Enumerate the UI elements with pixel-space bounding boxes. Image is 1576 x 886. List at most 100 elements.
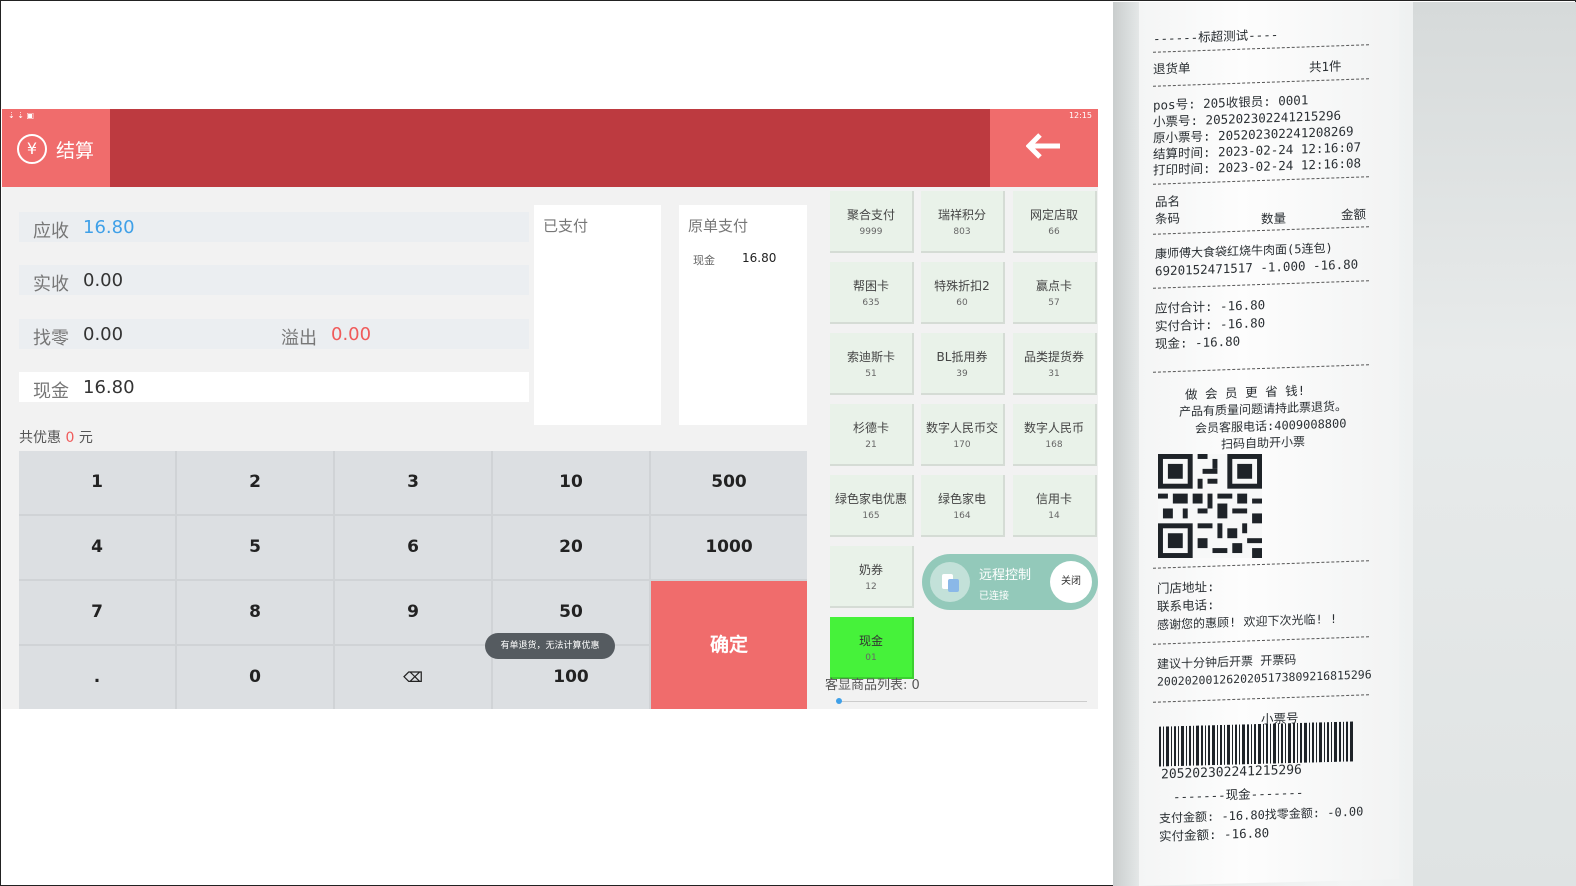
pay-method-code: 57 [1048, 298, 1060, 308]
pay-method-name: 绿色家电优惠 [834, 492, 907, 506]
key-dot[interactable]: . [19, 646, 175, 709]
toast-message: 有单退货，无法计算优惠 [485, 633, 615, 659]
key-10[interactable]: 10 [493, 451, 649, 514]
pos-checkout-screen: ¥ 结算 ⇣ ⇣ ▣ 12:15 应收 16.80 实收 0.00 找零 0.0… [2, 109, 1098, 709]
key-20[interactable]: 20 [493, 516, 649, 579]
list-scrollbar[interactable] [837, 701, 1087, 702]
key-2[interactable]: 2 [177, 451, 333, 514]
paid-panel: 已支付 [534, 205, 661, 425]
receipt-col-code: 条码 [1155, 210, 1181, 227]
pay-method-code: 164 [953, 511, 971, 521]
key-500[interactable]: 500 [651, 451, 807, 514]
pay-method-button[interactable]: 杉德卡 21 [830, 404, 914, 466]
cash-input-row[interactable]: 现金 16.80 [19, 372, 529, 402]
status-icons-left: ⇣ ⇣ ▣ [8, 111, 35, 120]
pay-method-button[interactable]: 绿色家电优惠 165 [830, 475, 914, 537]
pay-method-code: 168 [1045, 440, 1063, 450]
pay-method-cash-button[interactable]: 现金 01 [830, 617, 914, 679]
change-label: 找零 [33, 328, 69, 349]
pay-method-code: 803 [953, 227, 971, 237]
key-7[interactable]: 7 [19, 581, 175, 644]
key-5[interactable]: 5 [177, 516, 333, 579]
pay-method-code: 12 [865, 582, 877, 592]
remote-close-button[interactable]: 关闭 [1050, 561, 1092, 603]
page-title: 结算 [56, 140, 95, 162]
pay-method-button[interactable]: 数字人民币 168 [1013, 404, 1097, 466]
key-1000[interactable]: 1000 [651, 516, 807, 579]
receipt-col-amount: 金额 [1341, 206, 1367, 223]
key-4[interactable]: 4 [19, 516, 175, 579]
pay-method-button[interactable]: 瑞祥积分 803 [921, 191, 1005, 253]
receipt-col-qty: 数量 [1261, 210, 1287, 227]
paid-panel-title: 已支付 [543, 217, 589, 235]
pay-method-code: 39 [956, 369, 968, 379]
backspace-icon: ⌫ [403, 670, 423, 686]
pay-method-name: BL抵用券 [936, 350, 988, 364]
pay-method-button[interactable]: 品类提货券 31 [1013, 333, 1097, 395]
remote-devices-icon [942, 574, 959, 592]
photo-background [1413, 2, 1576, 886]
pay-method-name: 聚合支付 [846, 208, 895, 222]
original-panel-title: 原单支付 [688, 217, 749, 235]
pay-method-code: 21 [865, 440, 877, 450]
receipt-photo: ------标超测试---- 退货单 共1件 pos号: 205收银员: 000… [1113, 2, 1576, 886]
pay-method-button[interactable]: 聚合支付 9999 [830, 191, 914, 253]
pay-method-code: 170 [953, 440, 971, 450]
key-6[interactable]: 6 [335, 516, 491, 579]
key-1[interactable]: 1 [19, 451, 175, 514]
pay-method-name: 信用卡 [1035, 492, 1072, 506]
remote-control-widget[interactable]: 远程控制 已连接 关闭 [922, 554, 1098, 610]
receipt-actual-amount: 实付金额: -16.80 [1159, 825, 1270, 844]
overflow-label: 溢出 [281, 328, 317, 349]
backspace-key[interactable]: ⌫ [335, 646, 491, 709]
receivable-value: 16.80 [83, 217, 135, 238]
pay-method-name: 奶券 [858, 563, 883, 577]
change-value: 0.00 [83, 324, 124, 345]
receipt-phone: 联系电话: [1157, 596, 1215, 615]
pay-method-button[interactable]: BL抵用券 39 [921, 333, 1005, 395]
receivable-row: 应收 16.80 [19, 212, 529, 242]
discount-line: 共优惠 0 元 [19, 427, 93, 447]
pay-method-name: 特殊折扣2 [934, 279, 990, 293]
pay-method-button[interactable]: 特殊折扣2 60 [921, 262, 1005, 324]
pay-method-button[interactable]: 信用卡 14 [1013, 475, 1097, 537]
confirm-button[interactable]: 确定 [651, 581, 807, 709]
cash-label: 现金 [33, 381, 69, 402]
pay-method-name: 网定店取 [1029, 208, 1078, 222]
pay-method-button[interactable]: 奶券 12 [830, 546, 914, 608]
status-time: 12:15 [1068, 111, 1092, 120]
discount-unit: 元 [78, 430, 93, 446]
customer-display-list-label: 客显商品列表: 0 [825, 678, 920, 693]
receipt-barcode-image [1159, 721, 1353, 767]
key-3[interactable]: 3 [335, 451, 491, 514]
yen-icon: ¥ [17, 134, 47, 164]
pay-method-code: 51 [865, 369, 877, 379]
pay-method-code: 66 [1048, 227, 1060, 237]
back-arrow-icon [1026, 133, 1060, 159]
pay-method-button[interactable]: 绿色家电 164 [921, 475, 1005, 537]
pay-method-code: 635 [862, 298, 880, 308]
screenshot-frame: ¥ 结算 ⇣ ⇣ ▣ 12:15 应收 16.80 实收 0.00 找零 0.0… [0, 0, 1576, 886]
key-9[interactable]: 9 [335, 581, 491, 644]
remote-control-status: 已连接 [979, 591, 1009, 602]
remote-control-icon [930, 562, 970, 602]
pay-method-code: 9999 [859, 227, 883, 237]
key-8[interactable]: 8 [177, 581, 333, 644]
pay-method-button[interactable]: 索迪斯卡 51 [830, 333, 914, 395]
pay-method-button[interactable]: 赢点卡 57 [1013, 262, 1097, 324]
pay-method-name: 现金 [858, 634, 883, 648]
key-0[interactable]: 0 [177, 646, 333, 709]
pay-method-code: 14 [1048, 511, 1060, 521]
discount-value: 0 [65, 430, 75, 446]
pay-method-button[interactable]: 数字人民币交 170 [921, 404, 1005, 466]
pay-method-name: 品类提货券 [1023, 350, 1084, 364]
pay-method-name: 杉德卡 [852, 421, 889, 435]
received-label: 实收 [33, 274, 69, 295]
pay-method-name: 瑞祥积分 [937, 208, 986, 222]
receivable-label: 应收 [33, 221, 69, 242]
received-row: 实收 0.00 [19, 265, 529, 295]
qr-code-image [1158, 454, 1262, 558]
pay-method-button[interactable]: 帮困卡 635 [830, 262, 914, 324]
pay-method-button[interactable]: 网定店取 66 [1013, 191, 1097, 253]
received-value: 0.00 [83, 270, 124, 291]
